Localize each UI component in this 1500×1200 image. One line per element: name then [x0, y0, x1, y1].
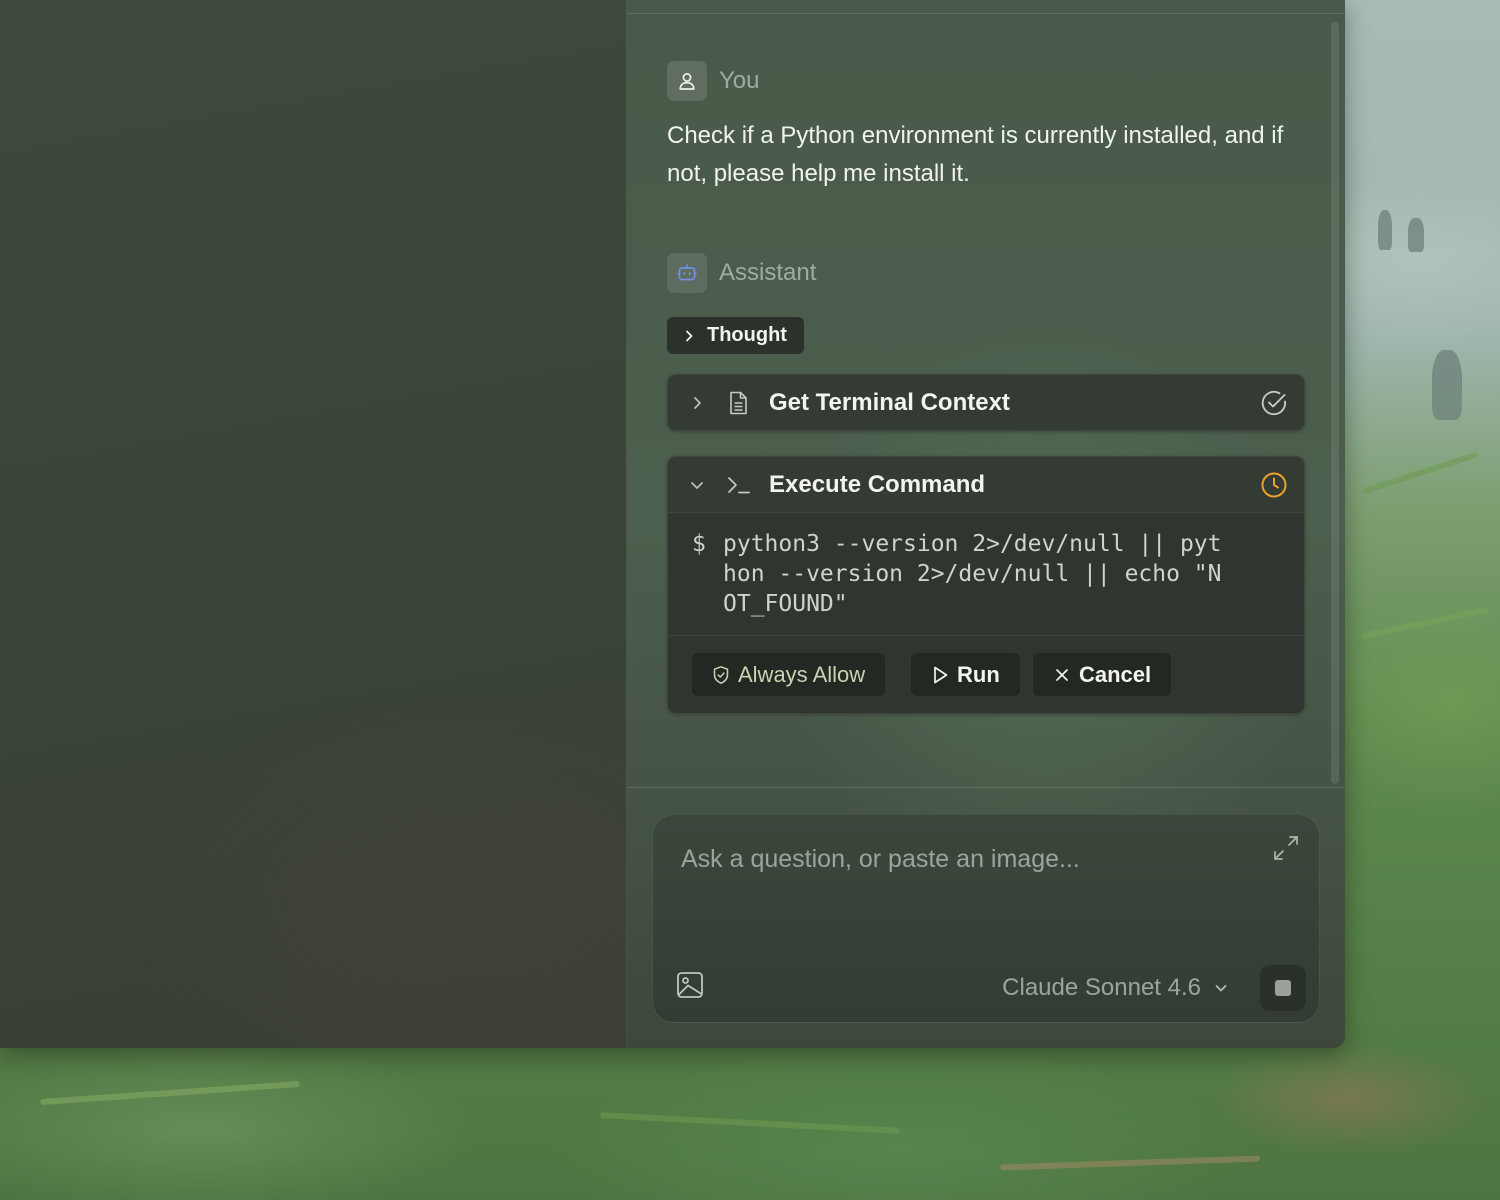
- grass-stroke: [1360, 606, 1490, 640]
- run-button[interactable]: Run: [911, 653, 1020, 696]
- shield-check-icon: [713, 665, 729, 684]
- tool-name: Execute Command: [769, 470, 986, 498]
- divider: [627, 787, 1345, 788]
- rock: [1408, 218, 1424, 252]
- terminal-icon: [728, 476, 750, 493]
- chat-composer[interactable]: Ask a question, or paste an image... Cla…: [652, 814, 1320, 1023]
- rock: [1432, 350, 1462, 420]
- chat-panel: You Check if a Python environment is cur…: [627, 0, 1345, 1048]
- command-block: $ python3 --version 2>/dev/null || pytho…: [668, 512, 1304, 635]
- model-name: Claude Sonnet 4.6: [1002, 974, 1201, 1001]
- rock: [1378, 210, 1392, 250]
- assistant-role-label: Assistant: [719, 259, 817, 286]
- chevron-right-icon: [686, 330, 693, 341]
- always-allow-button[interactable]: Always Allow: [692, 653, 886, 696]
- tool-header[interactable]: Execute Command: [668, 457, 1304, 512]
- assistant-message-header: Assistant: [667, 253, 816, 293]
- grass-stroke: [600, 1112, 900, 1134]
- chat-input-placeholder[interactable]: Ask a question, or paste an image...: [681, 845, 1080, 874]
- image-icon[interactable]: [675, 970, 705, 1000]
- command-prompt: $: [692, 531, 706, 557]
- user-role-label: You: [719, 67, 760, 94]
- check-circle-icon: [1261, 390, 1286, 415]
- close-icon: [1056, 668, 1068, 681]
- app-window: You Check if a Python environment is cur…: [0, 0, 1345, 1048]
- tool-card-execute-command: Execute Command $ python3 --version 2>/d…: [667, 456, 1305, 714]
- cancel-button[interactable]: Cancel: [1033, 653, 1172, 696]
- chevron-right-icon: [694, 396, 701, 409]
- chevron-down-icon: [691, 481, 703, 489]
- assistant-avatar: [667, 253, 707, 293]
- clock-icon: [1261, 472, 1287, 497]
- expand-icon[interactable]: [1271, 833, 1301, 863]
- thought-toggle[interactable]: Thought: [667, 317, 804, 354]
- scrollbar-thumb[interactable]: [1331, 22, 1339, 784]
- model-selector[interactable]: Claude Sonnet 4.6: [1002, 974, 1229, 1002]
- grass-stroke: [999, 1155, 1261, 1171]
- command-actions: Always Allow Run Cancel: [668, 635, 1304, 713]
- thought-label: Thought: [707, 324, 787, 346]
- user-avatar: [667, 61, 707, 101]
- command-text: python3 --version 2>/dev/null || python …: [723, 531, 1222, 617]
- user-message-text: Check if a Python environment is current…: [667, 122, 1284, 187]
- tool-name: Get Terminal Context: [769, 388, 1010, 416]
- play-icon: [934, 666, 948, 683]
- stop-button[interactable]: [1260, 965, 1306, 1011]
- main-pane: [0, 0, 627, 1048]
- stop-icon: [1275, 980, 1291, 996]
- run-label: Run: [957, 661, 1000, 687]
- cancel-label: Cancel: [1079, 661, 1152, 687]
- tool-card-get-terminal-context: Get Terminal Context: [667, 374, 1305, 431]
- bot-icon: [677, 264, 697, 281]
- user-message-header: You: [667, 61, 760, 101]
- chevron-down-icon: [1215, 985, 1227, 992]
- always-allow-label: Always Allow: [738, 661, 866, 687]
- grass-stroke: [40, 1080, 300, 1106]
- tool-header[interactable]: Get Terminal Context: [668, 375, 1304, 430]
- document-icon: [730, 391, 747, 414]
- grass-stroke: [1362, 451, 1478, 495]
- user-icon: [679, 73, 695, 90]
- divider: [627, 13, 1345, 14]
- chat-scrollbar[interactable]: [1328, 22, 1340, 784]
